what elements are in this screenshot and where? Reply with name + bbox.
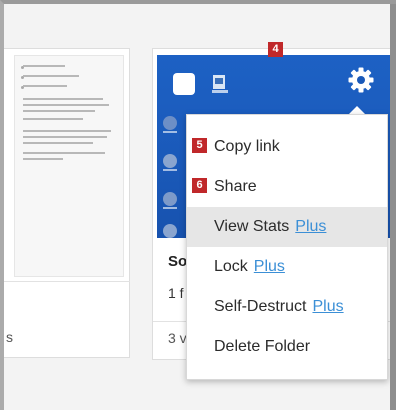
text-line [23, 142, 93, 144]
text-line [23, 130, 111, 132]
desktop-shortcut-icon [163, 192, 177, 209]
text-line [23, 110, 95, 112]
menu-item-label: Copy link [214, 138, 280, 155]
card-subtitle: 1 f [168, 285, 184, 301]
desktop-shortcut-icon [163, 116, 177, 133]
menu-item-label: Lock [214, 258, 248, 275]
app-icon [173, 73, 195, 95]
card-left-count: s [6, 329, 13, 345]
folder-card-left[interactable]: s [4, 48, 130, 358]
menu-item-label: Delete Folder [214, 338, 311, 355]
plus-upgrade-link[interactable]: Plus [254, 258, 285, 275]
text-line [23, 104, 109, 106]
step-badge-share: 6 [192, 178, 207, 193]
text-line [23, 85, 67, 87]
text-line [23, 118, 83, 120]
folder-options-menu: Copy link Share View Stats Plus Lock Plus … [186, 114, 388, 380]
menu-item-lock[interactable]: Lock Plus [187, 247, 387, 287]
plus-upgrade-link[interactable]: Plus [312, 298, 343, 315]
gear-icon[interactable] [347, 66, 375, 94]
plus-upgrade-link[interactable]: Plus [295, 218, 326, 235]
text-line [23, 136, 107, 138]
menu-item-self-destruct[interactable]: Self-Destruct Plus [187, 287, 387, 327]
text-line [23, 98, 103, 100]
text-line [23, 65, 65, 67]
step-badge-gear: 4 [268, 42, 283, 57]
window-edge [390, 4, 396, 410]
menu-item-label: Self-Destruct [214, 298, 307, 315]
menu-item-copy-link[interactable]: Copy link [187, 127, 387, 167]
desktop-shortcut-icon [163, 224, 177, 238]
text-line [23, 158, 63, 160]
menu-item-delete-folder[interactable]: Delete Folder [187, 327, 387, 367]
menu-item-share[interactable]: Share [187, 167, 387, 207]
text-line [23, 75, 79, 77]
app-frame: s So 1 f 3 v Copy link Share View Stats … [0, 0, 396, 410]
menu-item-label: Share [214, 178, 257, 195]
document-thumbnail [14, 55, 124, 277]
card-divider [4, 281, 130, 282]
card-title[interactable]: So [168, 253, 187, 270]
file-icon [212, 75, 228, 93]
menu-item-view-stats[interactable]: View Stats Plus [187, 207, 387, 247]
menu-item-label: View Stats [214, 218, 290, 235]
card-view-count: 3 v [168, 330, 187, 346]
step-badge-copy-link: 5 [192, 138, 207, 153]
desktop-shortcut-icon [163, 154, 177, 171]
text-line [23, 152, 105, 154]
